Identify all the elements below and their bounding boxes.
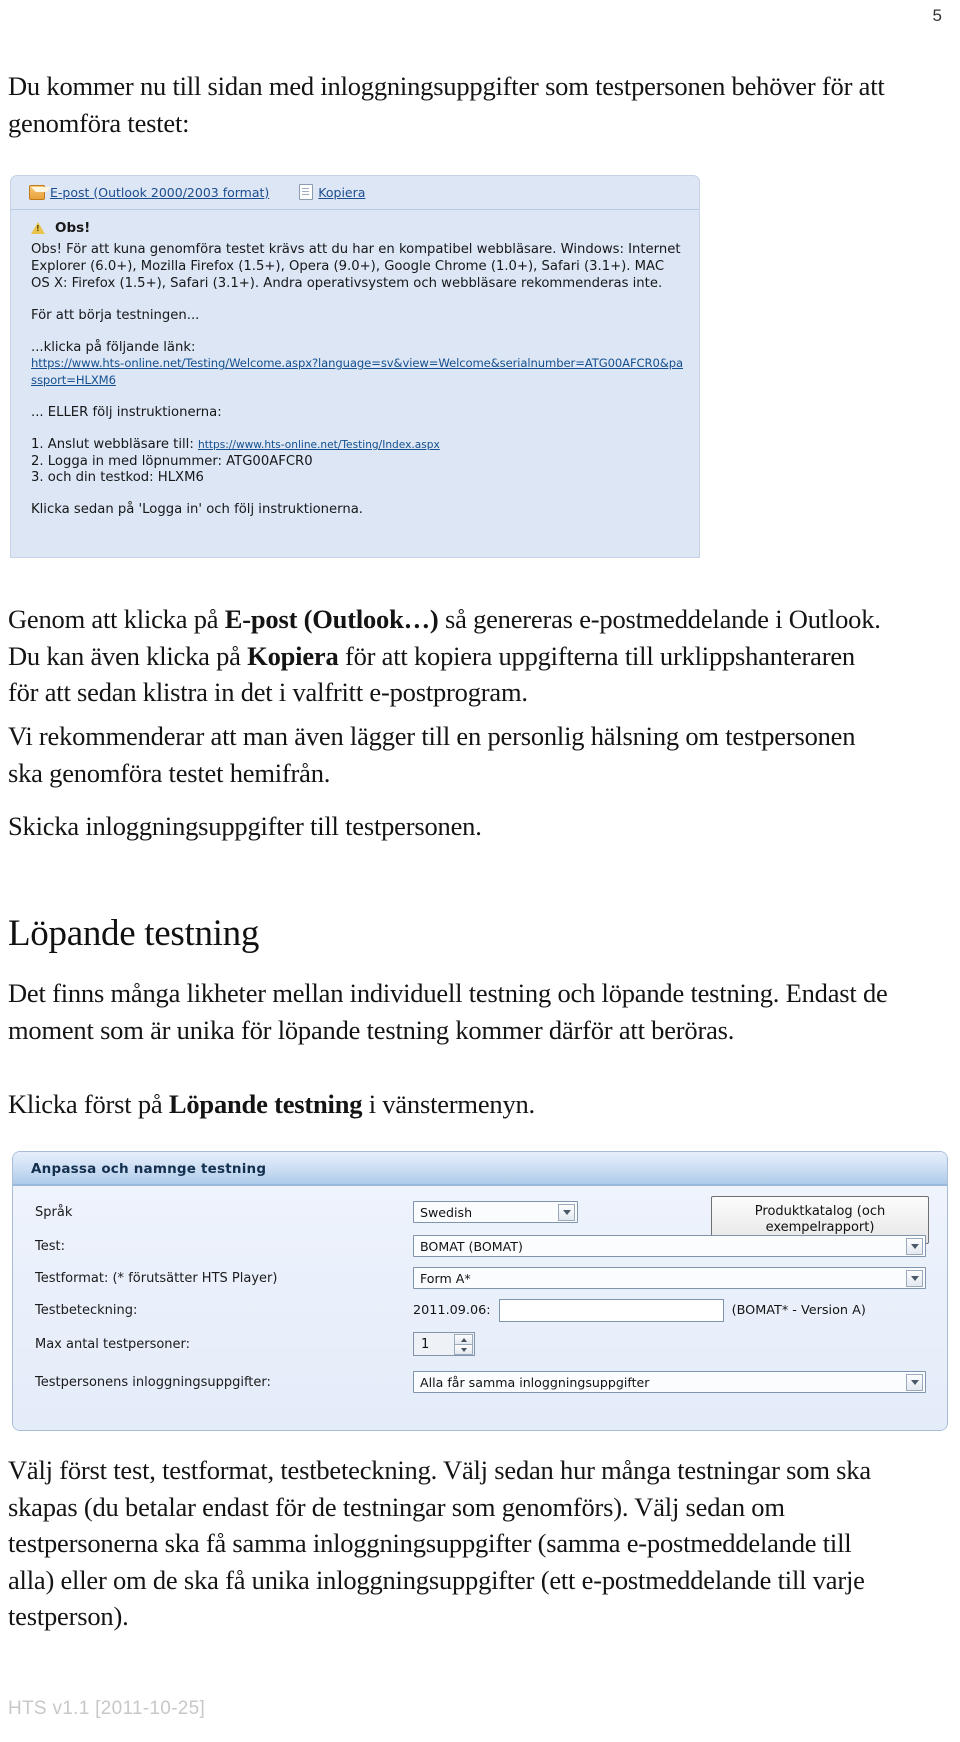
form-panel-title: Anpassa och namnge testning [31, 1160, 267, 1177]
stepper-buttons[interactable] [454, 1334, 473, 1355]
or-instructions-line: ... ELLER följ instruktionerna: [31, 405, 222, 421]
copy-icon [299, 184, 314, 200]
klicka-part-1: Klicka först på [8, 1089, 169, 1119]
email-outlook-button[interactable]: E-post (Outlook 2000/2003 format) [29, 184, 270, 200]
form-panel-header: Anpassa och namnge testning [13, 1152, 947, 1186]
form-row-max-testpersons: Max antal testpersoner: 1 [13, 1328, 947, 1360]
step-3: 3. och din testkod: HLXM6 [31, 470, 204, 486]
screenshot-login-details: E-post (Outlook 2000/2003 format) Kopier… [10, 175, 700, 558]
screenshot-configure-testing-form: Anpassa och namnge testning Produktkatal… [12, 1151, 948, 1431]
test-format-select[interactable]: Form A* [413, 1267, 926, 1289]
paragraph-email-copy: Genom att klicka på E-post (Outlook…) så… [8, 601, 888, 711]
bold-epost-outlook: E-post (Outlook…) [224, 604, 439, 634]
welcome-link-block: ...klicka på följande länk: https://www.… [31, 340, 683, 391]
test-designation-suffix: (BOMAT* - Version A) [731, 1302, 866, 1318]
paragraph-send-credentials: Skicka inloggningsuppgifter till testper… [8, 811, 482, 841]
label-login-credentials: Testpersonens inloggningsuppgifter: [35, 1374, 271, 1390]
chevron-down-icon[interactable] [906, 1374, 923, 1391]
notice-title: Obs! [55, 220, 91, 236]
paragraph-similarities: Det finns många likheter mellan individu… [8, 978, 888, 1045]
notice-header: Obs! [31, 220, 90, 236]
klicka-part-2: i vänstermenyn. [362, 1089, 535, 1119]
label-max-testpersons: Max antal testpersoner: [35, 1336, 191, 1352]
form-row-test-label: Testbeteckning: 2011.09.06: (BOMAT* - Ve… [13, 1294, 947, 1326]
form-row-test-format: Testformat: (* förutsätter HTS Player) F… [13, 1262, 947, 1294]
toolbar-divider [11, 209, 699, 210]
lead-paragraph: Du kommer nu till sidan med inloggningsu… [8, 71, 885, 138]
test-designation-date-prefix: 2011.09.06: [413, 1302, 491, 1318]
page-number: 5 [932, 6, 942, 25]
max-testpersons-stepper[interactable]: 1 [413, 1332, 475, 1356]
welcome-url-link[interactable]: https://www.hts-online.net/Testing/Welco… [31, 356, 683, 387]
email-outlook-label: E-post (Outlook 2000/2003 format) [50, 184, 270, 200]
language-select-value: Swedish [420, 1204, 473, 1220]
email-icon [29, 184, 51, 200]
login-credentials-select[interactable]: Alla får samma inloggningsuppgifter [413, 1371, 926, 1393]
label-test-designation: Testbeteckning: [35, 1302, 138, 1318]
form-row-language: Språk Swedish [13, 1196, 947, 1228]
browser-notice-text: Obs! För att kuna genomföra testet krävs… [31, 242, 681, 291]
paragraph-selection-instructions: Välj först test, testformat, testbeteckn… [8, 1455, 871, 1632]
test-select-value: BOMAT (BOMAT) [420, 1238, 523, 1254]
login-toolbar: E-post (Outlook 2000/2003 format) Kopier… [29, 184, 365, 200]
paragraph-recommendation: Vi rekommenderar att man även lägger til… [8, 721, 856, 788]
max-testpersons-value: 1 [421, 1336, 430, 1352]
start-testing-line: För att börja testningen... [31, 307, 200, 323]
form-row-login-credentials: Testpersonens inloggningsuppgifter: Alla… [13, 1366, 947, 1398]
warning-icon [31, 222, 45, 234]
label-test-format: Testformat: (* förutsätter HTS Player) [35, 1270, 278, 1286]
chevron-down-icon[interactable] [906, 1238, 923, 1255]
final-instruction-line: Klicka sedan på 'Logga in' och följ inst… [31, 502, 363, 517]
login-details-body: Obs! För att kuna genomföra testet krävs… [31, 242, 683, 534]
step-2: 2. Logga in med löpnummer: ATG00AFCR0 [31, 453, 313, 469]
stepper-down-icon[interactable] [454, 1344, 473, 1355]
test-select[interactable]: BOMAT (BOMAT) [413, 1235, 926, 1257]
test-designation-input[interactable] [498, 1298, 724, 1322]
copy-button[interactable]: Kopiera [299, 184, 365, 200]
chevron-down-icon[interactable] [906, 1270, 923, 1287]
paragraph-click-first: Klicka först på Löpande testning i vänst… [8, 1086, 888, 1123]
step-1: 1. Anslut webbläsare till: https://www.h… [31, 437, 683, 454]
label-language: Språk [35, 1204, 73, 1220]
section-heading-lopande-testning: Löpande testning [8, 913, 260, 954]
copy-label: Kopiera [318, 184, 366, 200]
step-1-prefix: 1. Anslut webbläsare till: [31, 437, 198, 453]
bold-kopiera: Kopiera [247, 640, 339, 671]
instruction-steps: 1. Anslut webbläsare till: https://www.h… [31, 437, 683, 487]
form-row-test: Test: BOMAT (BOMAT) [13, 1230, 947, 1262]
label-test: Test: [35, 1238, 65, 1254]
login-credentials-select-value: Alla får samma inloggningsuppgifter [420, 1374, 650, 1390]
para-part-1: Genom att klicka på [8, 604, 225, 634]
language-select[interactable]: Swedish [413, 1201, 578, 1223]
bold-lopande-testning: Löpande testning [168, 1089, 363, 1119]
page-footer: HTS v1.1 [2011-10-25] [8, 1698, 206, 1719]
click-link-label: ...klicka på följande länk: [31, 339, 196, 355]
test-format-select-value: Form A* [420, 1270, 471, 1286]
index-url-link[interactable]: https://www.hts-online.net/Testing/Index… [198, 439, 440, 451]
form-panel-body: Produktkatalog (och exempelrapport) Språ… [13, 1186, 947, 1430]
chevron-down-icon[interactable] [558, 1204, 575, 1221]
